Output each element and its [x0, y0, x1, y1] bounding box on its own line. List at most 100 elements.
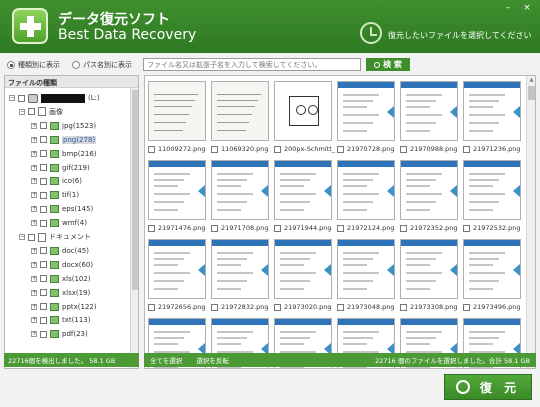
checkbox[interactable] — [40, 177, 47, 185]
collapse-toggle-icon[interactable]: − — [9, 95, 15, 101]
expand-toggle-icon[interactable]: + — [31, 275, 37, 282]
file-thumbnail-cell[interactable]: 21972832.png — [211, 239, 271, 313]
file-checkbox[interactable] — [274, 303, 281, 311]
view-by-path-option[interactable]: パス名別に表示 — [72, 60, 132, 70]
file-thumbnail-cell[interactable]: 21970728.png — [337, 81, 397, 155]
tree-item-doc-type[interactable]: + doc(45) — [31, 245, 89, 257]
checkbox[interactable] — [28, 108, 35, 116]
expand-toggle-icon[interactable]: + — [31, 303, 37, 310]
file-checkbox[interactable] — [463, 145, 470, 153]
radio-icon[interactable] — [72, 61, 80, 69]
file-checkbox[interactable] — [148, 145, 155, 153]
file-thumbnail-cell[interactable]: 21972656.png — [148, 239, 208, 313]
file-checkbox[interactable] — [148, 224, 155, 232]
checkbox[interactable] — [40, 205, 47, 213]
invert-selection-link[interactable]: 選択を反転 — [196, 355, 229, 365]
tree-group-images[interactable]: − 画像 — [19, 106, 63, 118]
tree-item-image-type[interactable]: + eps(145) — [31, 203, 93, 215]
close-button[interactable]: × — [522, 4, 532, 13]
checkbox[interactable] — [40, 122, 47, 130]
tree-item-image-type[interactable]: + wmf(4) — [31, 217, 87, 229]
file-checkbox[interactable] — [211, 224, 218, 232]
file-checkbox[interactable] — [337, 145, 344, 153]
file-thumbnail-cell[interactable]: 11009272.png — [148, 81, 208, 155]
file-checkbox[interactable] — [148, 303, 155, 311]
file-checkbox[interactable] — [400, 303, 407, 311]
checkbox[interactable] — [40, 303, 47, 310]
tree-scrollbar[interactable] — [130, 88, 138, 368]
file-thumbnail-cell[interactable]: 11069320.png — [211, 81, 271, 155]
checkbox[interactable] — [40, 275, 47, 283]
file-thumbnail-cell[interactable]: 21971944.png — [274, 160, 334, 234]
file-thumbnail-cell[interactable]: 21970988.png — [400, 81, 460, 155]
checkbox[interactable] — [40, 247, 47, 255]
expand-toggle-icon[interactable]: + — [31, 289, 37, 296]
expand-toggle-icon[interactable]: + — [31, 136, 37, 143]
thumbnail-preview[interactable] — [148, 160, 206, 220]
minimize-button[interactable]: – — [503, 4, 513, 13]
checkbox[interactable] — [40, 261, 47, 269]
file-thumbnail-cell[interactable]: 21973308.png — [400, 239, 460, 313]
expand-toggle-icon[interactable]: + — [31, 192, 37, 199]
expand-toggle-icon[interactable]: + — [31, 122, 37, 129]
file-thumbnail-cell[interactable]: 21973496.png — [463, 239, 523, 313]
tree-item-doc-type[interactable]: + docx(60) — [31, 259, 93, 271]
thumbnail-preview[interactable] — [337, 160, 395, 220]
tree-item-doc-type[interactable]: + txt(113) — [31, 314, 90, 326]
thumbnail-preview[interactable] — [148, 239, 206, 299]
checkbox[interactable] — [40, 164, 47, 171]
checkbox[interactable] — [40, 136, 47, 144]
tree-item-image-type[interactable]: + png(278) — [31, 134, 97, 146]
expand-toggle-icon[interactable]: + — [31, 178, 37, 185]
expand-toggle-icon[interactable]: + — [31, 261, 37, 268]
file-checkbox[interactable] — [274, 145, 281, 153]
search-button[interactable]: 検 索 — [366, 58, 410, 71]
tree-item-image-type[interactable]: + jpg(1523) — [31, 120, 96, 132]
thumbnail-preview[interactable] — [463, 239, 521, 299]
thumbnail-preview[interactable] — [400, 160, 458, 220]
thumbnail-preview[interactable] — [337, 239, 395, 299]
file-thumbnail-cell[interactable]: 21972532.png — [463, 160, 523, 234]
expand-toggle-icon[interactable]: + — [31, 317, 37, 324]
file-checkbox[interactable] — [463, 303, 470, 311]
tree-item-image-type[interactable]: + tif(1) — [31, 189, 79, 201]
checkbox[interactable] — [28, 233, 35, 241]
expand-toggle-icon[interactable]: + — [31, 206, 37, 213]
tree-item-image-type[interactable]: + ico(6) — [31, 175, 82, 187]
expand-toggle-icon[interactable]: + — [31, 220, 37, 227]
file-thumbnail-cell[interactable]: 21971236.png — [463, 81, 523, 155]
thumbnail-preview[interactable] — [463, 81, 521, 141]
expand-toggle-icon[interactable]: + — [31, 150, 37, 157]
checkbox[interactable] — [40, 330, 47, 338]
thumbnail-preview[interactable] — [274, 239, 332, 299]
file-checkbox[interactable] — [337, 303, 344, 311]
tree-item-drive[interactable]: − (L:) — [9, 92, 100, 104]
checkbox[interactable] — [18, 94, 25, 102]
checkbox[interactable] — [40, 150, 47, 158]
collapse-toggle-icon[interactable]: − — [19, 108, 25, 115]
checkbox[interactable] — [40, 316, 47, 324]
tree-item-image-type[interactable]: + gif(219) — [31, 162, 90, 174]
tree-item-doc-type[interactable]: + pdf(23) — [31, 328, 88, 340]
scroll-up-icon[interactable]: ▲ — [528, 77, 535, 83]
thumbnail-preview[interactable] — [148, 81, 206, 141]
thumbnail-preview[interactable] — [274, 160, 332, 220]
file-thumbnail-cell[interactable]: 200px-Schmitt_ — [274, 81, 335, 155]
recover-button[interactable]: 復 元 — [444, 374, 532, 400]
thumbnail-preview[interactable] — [211, 81, 269, 141]
tree-item-doc-type[interactable]: + xls(102) — [31, 273, 91, 285]
thumbnail-preview[interactable] — [400, 239, 458, 299]
file-checkbox[interactable] — [400, 145, 407, 153]
expand-toggle-icon[interactable]: + — [31, 247, 37, 254]
file-checkbox[interactable] — [400, 224, 407, 232]
search-input[interactable] — [143, 58, 361, 71]
file-thumbnail-cell[interactable]: 21971708.png — [211, 160, 271, 234]
thumbnail-preview[interactable] — [463, 160, 521, 220]
file-checkbox[interactable] — [211, 145, 218, 153]
thumbnail-preview[interactable] — [400, 81, 458, 141]
file-thumbnail-cell[interactable]: 21973020.png — [274, 239, 334, 313]
thumbnail-preview[interactable] — [211, 160, 269, 220]
file-checkbox[interactable] — [337, 224, 344, 232]
checkbox[interactable] — [40, 289, 47, 297]
file-checkbox[interactable] — [274, 224, 281, 232]
